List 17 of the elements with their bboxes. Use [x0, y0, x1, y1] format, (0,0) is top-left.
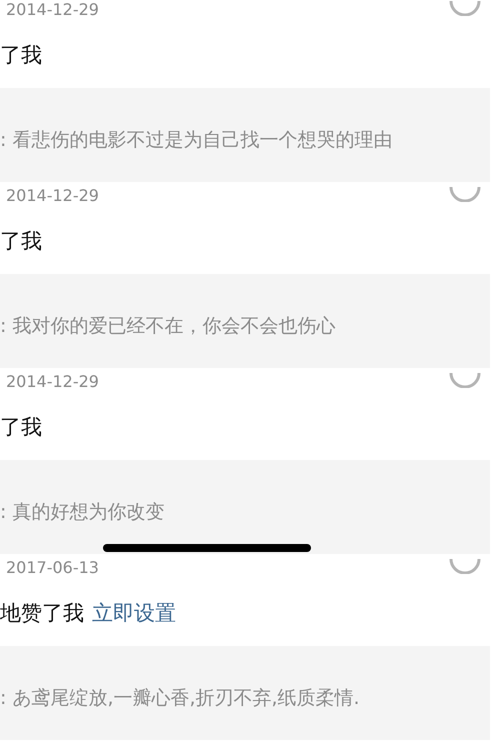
date-text: 2017-06-13 — [5, 558, 99, 578]
notification-text: 了我 — [0, 228, 42, 256]
notification-text: 地赞了我 — [0, 600, 84, 628]
ring-icon — [448, 0, 482, 16]
ring-icon — [448, 558, 482, 574]
ring-icon — [448, 372, 482, 388]
date-text: 2014-12-29 — [5, 186, 99, 206]
settings-link[interactable]: 立即设置 — [92, 598, 176, 630]
notification-text: 了我 — [0, 414, 42, 442]
date-text: 2014-12-29 — [5, 0, 99, 20]
notification-text: 了我 — [0, 42, 42, 70]
quote-text: : 真的好想为你改变 — [0, 501, 164, 523]
date-text: 2014-12-29 — [5, 372, 99, 392]
quote-text: : 我对你的爱已经不在，你会不会也伤心 — [0, 315, 336, 337]
quote-text: : 看悲伤的电影不过是为自己找一个想哭的理由 — [0, 129, 392, 151]
ring-icon — [448, 186, 482, 202]
quote-text: : あ鸢尾绽放,一瓣心香,折刃不弃,纸质柔情. — [0, 687, 360, 709]
